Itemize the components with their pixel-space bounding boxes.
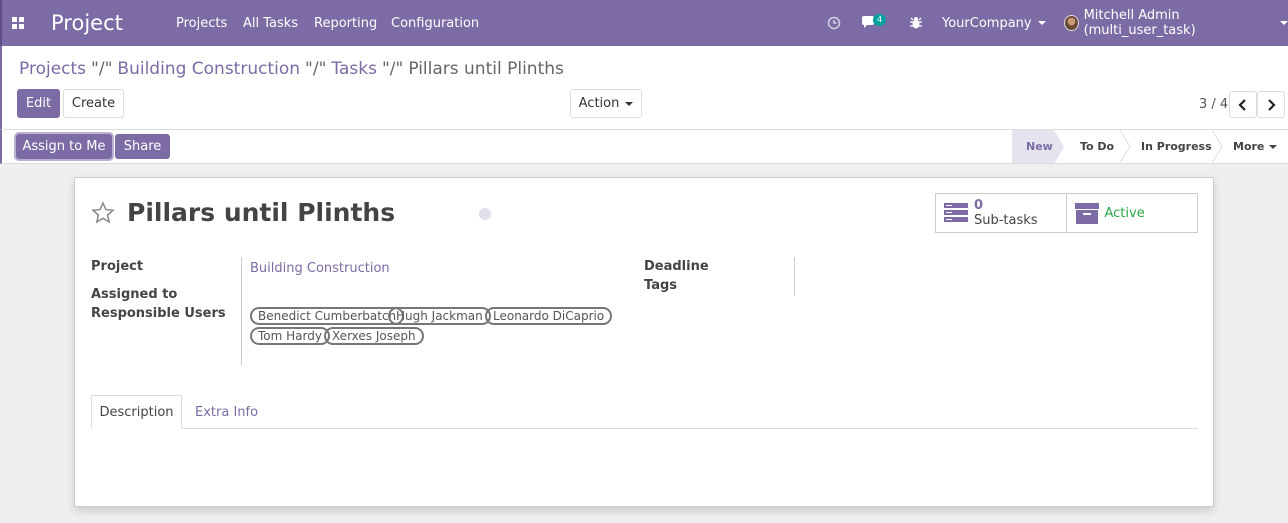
- share-button[interactable]: Share: [115, 134, 170, 159]
- avatar: [1064, 15, 1079, 31]
- star-icon[interactable]: [91, 201, 115, 225]
- stage-divider: [1212, 130, 1223, 163]
- stage-divider: [1120, 130, 1131, 163]
- tags-label: Tags: [644, 278, 678, 293]
- user-name: Mitchell Admin (multi_user_task): [1083, 8, 1196, 38]
- breadcrumb-project[interactable]: Building Construction: [117, 59, 300, 79]
- archive-icon: [1074, 203, 1099, 224]
- breadcrumb-projects[interactable]: Projects: [19, 59, 86, 79]
- field-divider: [241, 257, 242, 365]
- task-title: Pillars until Plinths: [127, 198, 396, 227]
- clock-icon[interactable]: [827, 0, 841, 46]
- breadcrumb-tasks[interactable]: Tasks: [331, 59, 377, 79]
- field-divider: [794, 257, 795, 296]
- assigned-to-label: Assigned to: [91, 287, 178, 302]
- tab-description[interactable]: Description: [91, 395, 182, 429]
- notebook-tabs: Description Extra Info: [91, 395, 1198, 429]
- bug-icon[interactable]: [909, 0, 923, 46]
- chevron-down-icon: [1037, 21, 1046, 25]
- action-label: Action: [578, 96, 620, 111]
- edit-button[interactable]: Edit: [17, 89, 60, 118]
- apps-icon[interactable]: [12, 0, 24, 46]
- control-panel: Projects "/" Building Construction "/" T…: [0, 46, 1288, 130]
- active-label: Active: [1104, 205, 1145, 221]
- breadcrumb-separator: "/": [381, 59, 404, 79]
- project-value[interactable]: Building Construction: [250, 261, 390, 276]
- chevron-down-icon: [625, 101, 634, 106]
- menu-all-tasks[interactable]: All Tasks: [243, 0, 298, 46]
- user-tag[interactable]: Benedict Cumberbatch: [250, 307, 405, 325]
- responsible-users-label: Responsible Users: [91, 306, 226, 321]
- chevron-right-icon[interactable]: [1257, 91, 1285, 118]
- subtasks-label: Sub-tasks: [974, 213, 1038, 228]
- breadcrumb-current: Pillars until Plinths: [408, 59, 564, 79]
- breadcrumb-separator: "/": [91, 59, 113, 79]
- smart-buttons: 0 Sub-tasks Active: [935, 193, 1198, 233]
- stage-new[interactable]: New: [1012, 130, 1054, 163]
- action-dropdown[interactable]: Action: [570, 89, 642, 118]
- user-tag[interactable]: Hugh Jackman: [388, 307, 491, 325]
- user-menu[interactable]: Mitchell Admin (multi_user_task): [1064, 0, 1288, 46]
- stage-in-progress[interactable]: In Progress: [1141, 130, 1212, 163]
- more-label: More: [1233, 140, 1265, 153]
- chevron-down-icon: [1269, 144, 1278, 149]
- statusbar: Assign to Me Share New To Do In Progress…: [0, 130, 1288, 164]
- messages-badge: 4: [873, 14, 887, 26]
- user-tag[interactable]: Tom Hardy: [250, 327, 330, 345]
- deadline-label: Deadline: [644, 259, 709, 274]
- app-title[interactable]: Project: [51, 0, 123, 46]
- pager-value[interactable]: 3 / 4: [1199, 97, 1228, 112]
- stage-more-dropdown[interactable]: More: [1233, 130, 1278, 163]
- chevron-down-icon: [1280, 21, 1288, 25]
- stage-arrow: [1054, 130, 1064, 164]
- stage-todo[interactable]: To Do: [1080, 130, 1114, 163]
- company-switcher[interactable]: YourCompany: [942, 0, 1046, 46]
- assign-to-me-button[interactable]: Assign to Me: [16, 134, 112, 159]
- breadcrumb-separator: "/": [305, 59, 327, 79]
- tab-extra-info[interactable]: Extra Info: [195, 395, 258, 429]
- chevron-left-icon[interactable]: [1229, 91, 1257, 118]
- project-label: Project: [91, 259, 144, 274]
- active-toggle-button[interactable]: Active: [1067, 194, 1198, 232]
- subtasks-icon: [944, 203, 968, 222]
- form-sheet: Pillars until Plinths 0 Sub-tasks Active…: [74, 177, 1214, 507]
- subtasks-button[interactable]: 0 Sub-tasks: [936, 194, 1067, 232]
- user-tag[interactable]: Xerxes Joseph: [324, 327, 424, 345]
- company-name: YourCompany: [942, 15, 1032, 31]
- subtasks-count: 0: [974, 198, 984, 213]
- user-tag[interactable]: Leonardo DiCaprio: [485, 307, 613, 325]
- breadcrumb: Projects "/" Building Construction "/" T…: [19, 59, 564, 79]
- kanban-state-indicator[interactable]: [479, 208, 491, 220]
- top-navbar: Project Projects All Tasks Reporting Con…: [0, 0, 1288, 46]
- menu-reporting[interactable]: Reporting: [314, 0, 377, 46]
- menu-projects[interactable]: Projects: [176, 0, 227, 46]
- menu-configuration[interactable]: Configuration: [391, 0, 479, 46]
- create-button[interactable]: Create: [63, 89, 124, 118]
